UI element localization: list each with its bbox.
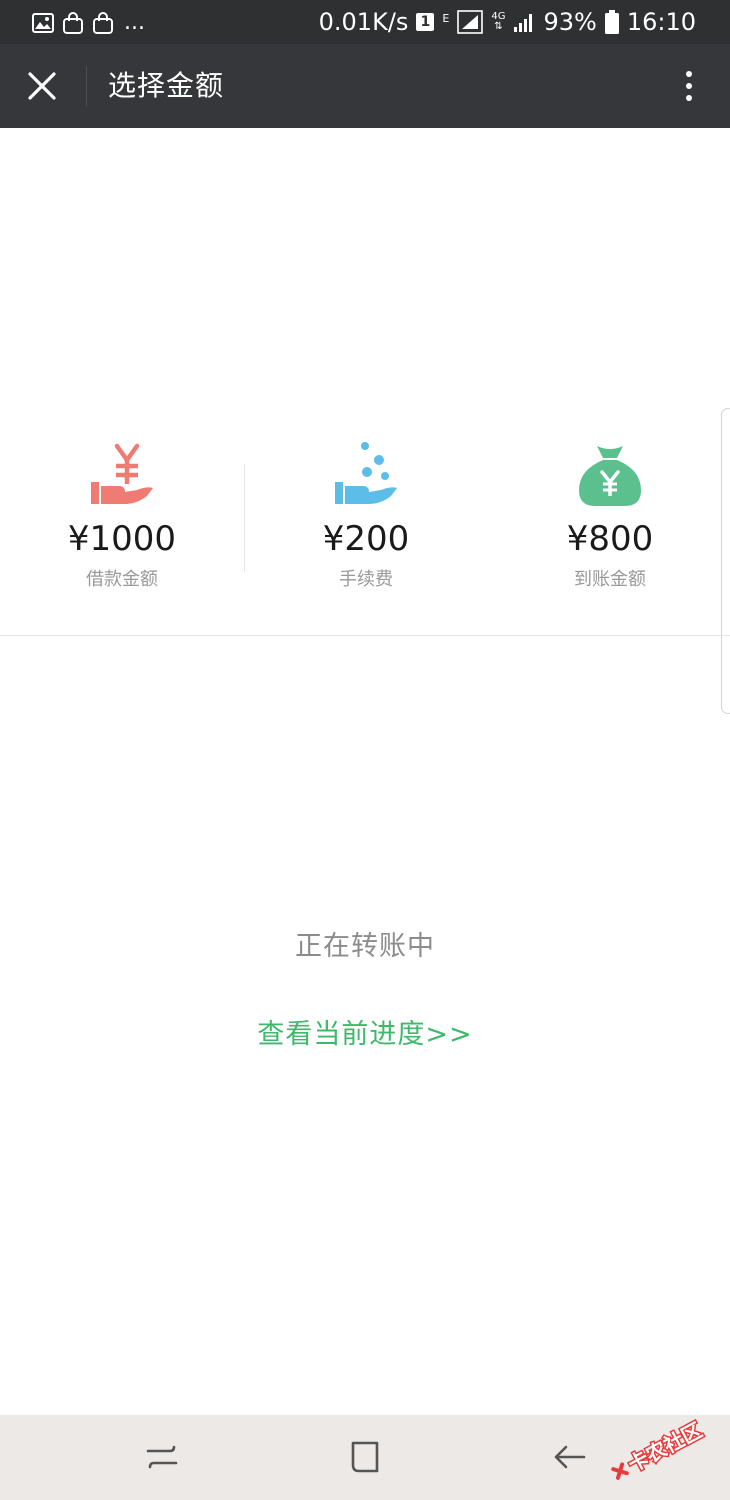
- system-indicators: 0.01K/s 1 E 4G ⇅ 93% 16:10: [319, 8, 696, 36]
- recent-apps-button[interactable]: [142, 1437, 182, 1477]
- transfer-status-text: 正在转账中: [295, 931, 435, 962]
- data-arrows-icon: ⇅: [494, 21, 503, 32]
- view-progress-link[interactable]: 查看当前进度>>: [0, 1012, 730, 1051]
- loan-amount-value: ¥1000: [67, 519, 177, 559]
- more-notifications: ...: [124, 10, 145, 35]
- signal-icon: [457, 10, 484, 34]
- loan-amount-label: 借款金额: [86, 569, 158, 590]
- battery-percent: 93%: [543, 8, 597, 36]
- section-divider: [0, 635, 730, 636]
- app-bar: 选择金额: [0, 44, 730, 128]
- watermark-logo: 卡农社区: [611, 1416, 708, 1480]
- gallery-icon: [32, 13, 54, 33]
- sim-icon: 1: [416, 13, 435, 31]
- close-button[interactable]: [22, 66, 62, 106]
- close-icon: [28, 72, 56, 100]
- network-speed: 0.01K/s: [318, 8, 409, 36]
- more-vertical-dot: [686, 83, 692, 89]
- home-icon: [351, 1441, 379, 1473]
- side-panel-handle[interactable]: [721, 408, 730, 714]
- loan-amount-stat: ¥1000 借款金额: [0, 438, 244, 592]
- shopping-bag-icon: [63, 12, 83, 34]
- fee-value: ¥200: [322, 519, 410, 559]
- fee-stat: ¥200 手续费: [244, 438, 488, 592]
- more-options-button[interactable]: [674, 64, 704, 108]
- network-type-e: E: [442, 12, 450, 25]
- shopping-bag-icon: [93, 12, 113, 34]
- status-bar: ... 0.01K/s 1 E 4G ⇅ 93% 16:10: [0, 0, 730, 44]
- more-vertical-icon: [686, 71, 692, 77]
- battery-icon: [604, 10, 619, 34]
- hand-coins-icon: [335, 442, 397, 504]
- more-vertical-dot: [686, 95, 692, 101]
- money-bag-icon: [579, 446, 641, 506]
- received-amount-value: ¥800: [566, 519, 654, 559]
- received-amount-label: 到账金额: [574, 569, 646, 590]
- back-arrow-icon: [554, 1445, 586, 1469]
- notification-icons: ...: [32, 10, 145, 36]
- app-bar-divider: [86, 66, 87, 106]
- watermark-text: 卡农社区: [624, 1418, 706, 1477]
- site-watermark: 卡农社区: [602, 1410, 722, 1480]
- signal-bars-icon: [514, 14, 533, 32]
- back-button[interactable]: [550, 1437, 590, 1477]
- page-title: 选择金额: [108, 69, 225, 102]
- network-4g: 4G ⇅: [491, 12, 505, 32]
- home-button[interactable]: [345, 1437, 385, 1477]
- received-amount-stat: ¥800 到账金额: [488, 438, 730, 592]
- recent-apps-icon: [146, 1445, 178, 1469]
- fee-label: 手续费: [339, 569, 393, 590]
- clock: 16:10: [626, 8, 696, 36]
- hand-yuan-icon: [91, 443, 153, 504]
